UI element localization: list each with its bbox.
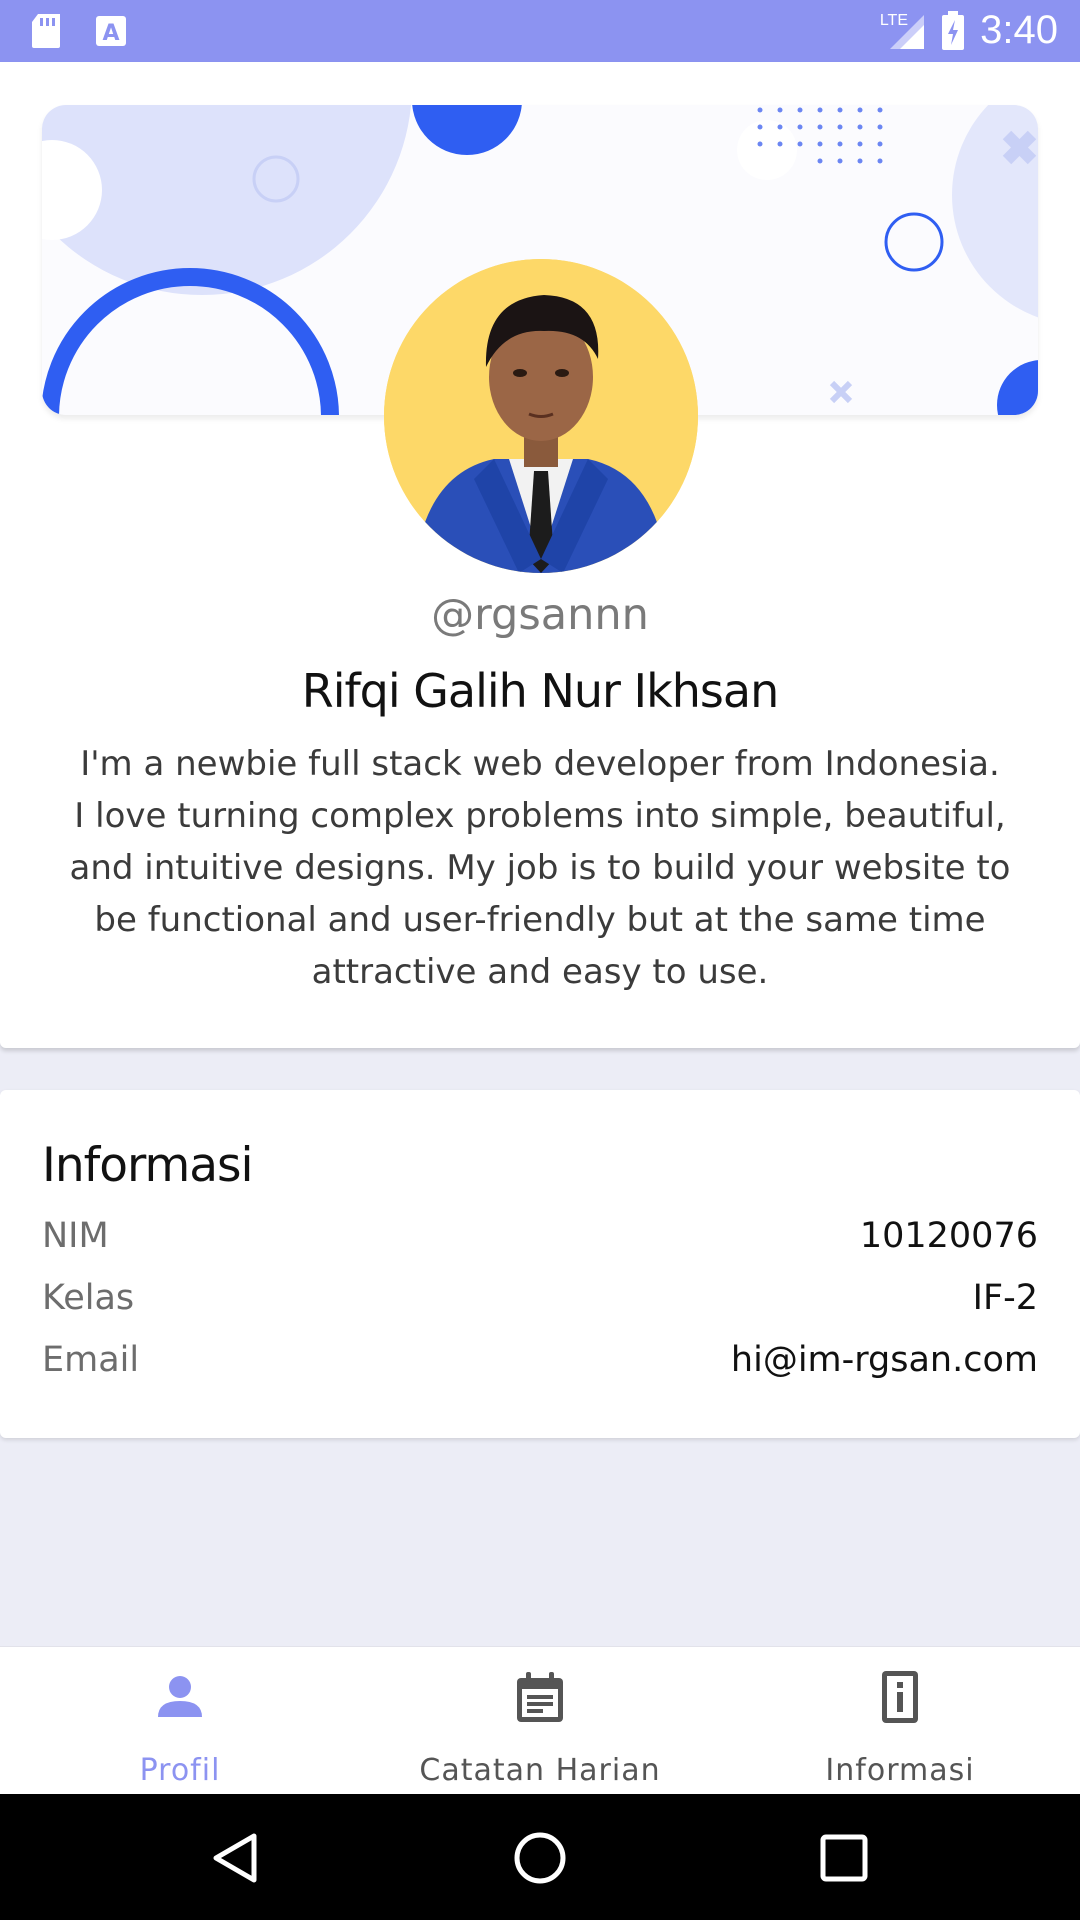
bio-line: I love turning complex problems into sim… bbox=[74, 796, 1006, 836]
nav-label: Catatan Harian bbox=[419, 1753, 661, 1788]
svg-text:A: A bbox=[102, 21, 119, 46]
info-value: 10120076 bbox=[859, 1216, 1038, 1256]
profile-bio: I'm a newbie full stack web developer fr… bbox=[36, 738, 1044, 998]
profile-card: @rgsannn Rifqi Galih Nur Ikhsan I'm a ne… bbox=[0, 62, 1080, 1048]
bio-line: be functional and user-friendly but at t… bbox=[94, 900, 986, 940]
status-time: 3:40 bbox=[980, 8, 1058, 52]
bio-line: and intuitive designs. My job is to buil… bbox=[69, 848, 1011, 888]
network-label: LTE bbox=[879, 12, 908, 29]
nav-item-informasi[interactable]: Informasi bbox=[720, 1647, 1080, 1795]
nav-label: Profil bbox=[139, 1753, 221, 1788]
battery-charging-icon bbox=[942, 10, 965, 50]
info-row-kelas: Kelas IF-2 bbox=[42, 1278, 1038, 1328]
info-card: Informasi NIM 10120076 Kelas IF-2 Email … bbox=[0, 1090, 1080, 1438]
home-icon[interactable] bbox=[510, 1828, 570, 1888]
person-icon bbox=[158, 1676, 202, 1717]
bio-line: I'm a newbie full stack web developer fr… bbox=[80, 744, 1000, 784]
bio-line: attractive and easy to use. bbox=[311, 952, 769, 992]
info-label: Email bbox=[42, 1340, 140, 1380]
system-navigation-bar bbox=[0, 1794, 1080, 1920]
avatar-photo bbox=[384, 259, 698, 573]
profile-name: Rifqi Galih Nur Ikhsan bbox=[301, 664, 779, 718]
nav-item-profil[interactable]: Profil bbox=[0, 1647, 360, 1795]
info-row-nim: NIM 10120076 bbox=[42, 1216, 1038, 1266]
bottom-navigation: Profil Catatan Harian Informasi bbox=[0, 1646, 1080, 1794]
info-row-email: Email hi@im-rgsan.com bbox=[42, 1340, 1038, 1390]
avatar bbox=[384, 259, 698, 573]
font-a-icon: A bbox=[96, 16, 126, 46]
info-title: Informasi bbox=[42, 1138, 254, 1193]
info-label: NIM bbox=[42, 1216, 109, 1256]
sd-card-icon bbox=[32, 14, 60, 48]
recents-icon[interactable] bbox=[814, 1828, 874, 1888]
info-label: Kelas bbox=[42, 1278, 135, 1318]
calendar-icon bbox=[517, 1672, 563, 1722]
info-value: IF-2 bbox=[972, 1278, 1038, 1318]
back-icon[interactable] bbox=[206, 1828, 266, 1888]
profile-handle: @rgsannn bbox=[431, 590, 649, 640]
info-value: hi@im-rgsan.com bbox=[730, 1340, 1038, 1380]
status-bar: A LTE 3:40 bbox=[0, 0, 1080, 62]
nav-label: Informasi bbox=[825, 1753, 975, 1788]
info-icon bbox=[882, 1671, 918, 1723]
nav-item-catatan-harian[interactable]: Catatan Harian bbox=[360, 1647, 720, 1795]
